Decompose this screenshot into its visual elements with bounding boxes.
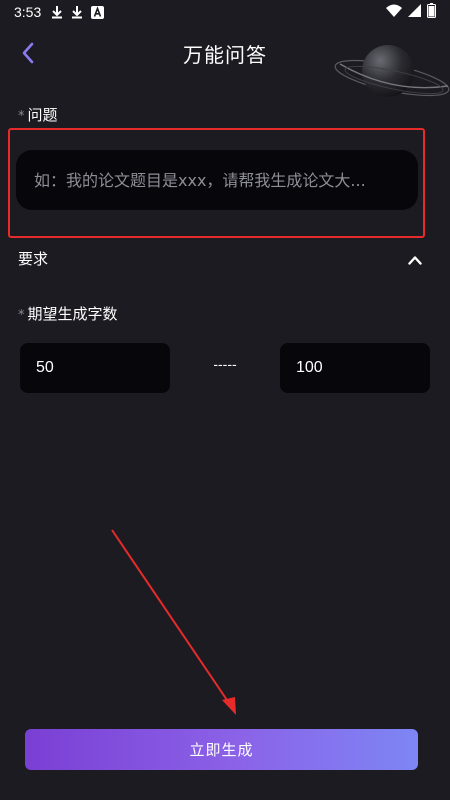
wifi-icon <box>386 4 402 20</box>
battery-icon <box>427 3 436 21</box>
chevron-up-icon[interactable] <box>408 250 422 269</box>
required-mark: * <box>18 109 25 124</box>
range-separator: ----- <box>213 356 237 372</box>
planet-decoration <box>332 24 450 114</box>
status-time: 3:53 <box>14 4 42 20</box>
status-right-icons <box>386 3 436 21</box>
font-a-icon <box>91 5 105 19</box>
requirements-row[interactable]: 要求 <box>0 238 450 278</box>
signal-icon <box>408 4 421 20</box>
annotation-arrow <box>111 529 236 715</box>
question-input[interactable] <box>16 150 418 210</box>
word-count-label: * 期望生成字数 <box>18 303 118 324</box>
max-word-count-input[interactable] <box>280 343 430 393</box>
word-count-label-text: 期望生成字数 <box>27 305 118 323</box>
question-label: * 问题 <box>18 104 58 125</box>
status-bar: 3:53 <box>0 0 450 24</box>
required-mark: * <box>18 308 25 323</box>
question-label-text: 问题 <box>27 106 58 124</box>
generate-button[interactable]: 立即生成 <box>25 729 418 770</box>
download-icon <box>51 5 63 19</box>
download-icon <box>71 5 83 19</box>
min-word-count-input[interactable] <box>20 343 170 393</box>
requirements-label: 要求 <box>18 250 49 268</box>
